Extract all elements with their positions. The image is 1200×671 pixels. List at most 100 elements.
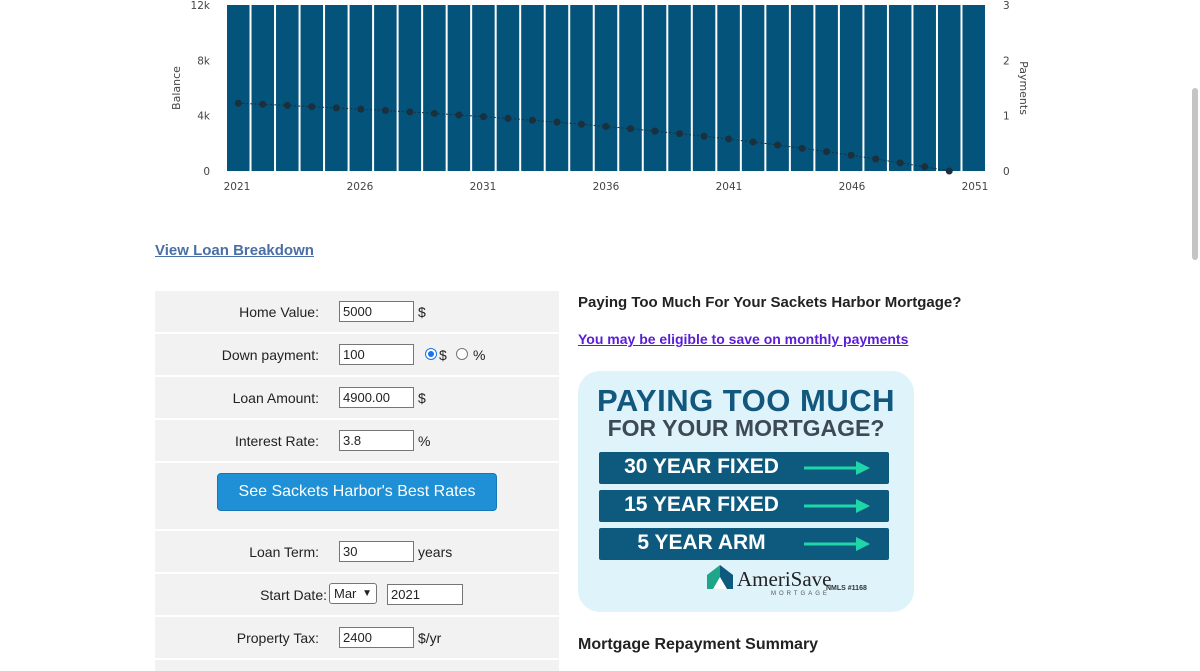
balance-point [455, 111, 463, 119]
x-tick-label: 2021 [224, 181, 251, 193]
loan-amount-row: Loan Amount: 4900.00 $ [155, 377, 559, 420]
payment-bar [398, 5, 422, 171]
ad-option-label: 15 YEAR FIXED [624, 493, 779, 516]
payment-bar [962, 5, 985, 171]
x-tick-label: 2051 [962, 181, 989, 193]
payment-bars [227, 5, 985, 171]
payment-bar [423, 5, 446, 171]
x-tick-label: 2046 [839, 181, 866, 193]
start-month-value: Mar [334, 586, 357, 601]
home-value-row: Home Value: 5000 $ [155, 291, 559, 334]
balance-point [381, 107, 389, 115]
start-month-select[interactable]: Mar ▼ [329, 583, 377, 604]
payment-bar [349, 5, 373, 171]
loan-amount-label: Loan Amount: [232, 390, 319, 406]
down-payment-input[interactable]: 100 [339, 344, 414, 365]
balance-point [234, 99, 242, 107]
loan-term-input[interactable]: 30 [339, 541, 414, 562]
start-year-input[interactable]: 2021 [387, 584, 463, 605]
ad-nmls-number: NMLS #1168 [826, 585, 867, 592]
payment-bar [888, 5, 912, 171]
loan-amount-input[interactable]: 4900.00 [339, 387, 414, 408]
arrow-right-icon [804, 461, 870, 475]
view-loan-breakdown-link[interactable]: View Loan Breakdown [155, 242, 314, 259]
x-tick-label: 2036 [593, 181, 620, 193]
payment-bar [937, 5, 961, 171]
balance-point [676, 130, 684, 138]
payment-bar [325, 5, 348, 171]
balance-point [602, 122, 610, 130]
payment-bar [227, 5, 250, 171]
mortgage-ad-banner[interactable]: PAYING TOO MUCH FOR YOUR MORTGAGE? 30 YE… [578, 371, 914, 612]
payment-bar [692, 5, 716, 171]
payment-bar [741, 5, 765, 171]
arrow-right-icon [804, 537, 870, 551]
loan-term-label: Loan Term: [249, 544, 319, 560]
payment-bar [496, 5, 520, 171]
y-right-tick-label: 3 [1003, 0, 1010, 12]
repayment-summary-title: Mortgage Repayment Summary [578, 636, 819, 653]
x-tick-label: 2031 [470, 181, 497, 193]
payment-bar [839, 5, 863, 171]
y-left-tick-label: 12k [191, 0, 211, 12]
down-payment-percent-radio[interactable] [456, 348, 468, 360]
property-tax-row: Property Tax: 2400 $/yr [155, 617, 559, 660]
page-scrollbar[interactable] [1192, 88, 1198, 260]
home-value-unit: $ [418, 304, 426, 320]
balance-point [700, 132, 708, 140]
balance-point [847, 151, 855, 159]
loan-term-row: Loan Term: 30 years [155, 531, 559, 574]
arrow-right-icon [804, 499, 870, 513]
balance-point [259, 100, 267, 108]
balance-point [577, 120, 585, 128]
y-left-tick-label: 4k [197, 111, 211, 123]
balance-point [651, 127, 659, 135]
property-tax-label: Property Tax: [236, 630, 319, 646]
home-value-input[interactable]: 5000 [339, 301, 414, 322]
payment-bar [276, 5, 299, 171]
payment-bar [619, 5, 642, 171]
payment-bar [251, 5, 275, 171]
interest-rate-row: Interest Rate: 3.8 % [155, 420, 559, 463]
ad-subheadline: FOR YOUR MORTGAGE? [607, 415, 885, 441]
balance-point [798, 144, 806, 152]
down-payment-dollar-radio[interactable] [425, 348, 437, 360]
loan-term-unit: years [418, 544, 453, 560]
balance-point [945, 167, 953, 175]
interest-rate-label: Interest Rate: [234, 433, 319, 449]
interest-rate-unit: % [418, 433, 431, 449]
down-payment-percent-label: % [473, 347, 486, 363]
balance-point [357, 105, 365, 113]
balance-point [774, 141, 782, 149]
payment-bar [913, 5, 936, 171]
x-axis-ticks: 2021 2026 2031 2036 2041 2046 2051 [224, 181, 989, 193]
payment-bar [447, 5, 471, 171]
ad-option-15-year[interactable]: 15 YEAR FIXED [599, 490, 889, 522]
y-axis-right-ticks: 0 1 2 3 [1003, 0, 1010, 178]
payment-bar [668, 5, 691, 171]
property-tax-input[interactable]: 2400 [339, 627, 414, 648]
ad-option-30-year[interactable]: 30 YEAR FIXED [599, 452, 889, 484]
y-right-tick-label: 2 [1003, 55, 1010, 67]
balance-point [872, 155, 880, 163]
eligible-savings-link[interactable]: You may be eligible to save on monthly p… [578, 331, 908, 347]
y-left-tick-label: 0 [203, 166, 210, 178]
down-payment-label: Down payment: [221, 347, 319, 363]
down-payment-row: Down payment: 100 $ % [155, 334, 559, 377]
y-axis-right-label: Payments [1017, 61, 1030, 115]
interest-rate-input[interactable]: 3.8 [339, 430, 414, 451]
payment-bar [472, 5, 495, 171]
ad-option-5-year-arm[interactable]: 5 YEAR ARM [599, 528, 889, 560]
payment-bar [864, 5, 887, 171]
y-left-tick-label: 8k [197, 55, 211, 67]
ad-brand-sub: MORTGAGE [771, 591, 830, 597]
payment-bar [717, 5, 740, 171]
best-rates-button[interactable]: See Sackets Harbor's Best Rates [217, 473, 497, 511]
balance-point [504, 114, 512, 122]
x-tick-label: 2026 [347, 181, 374, 193]
y-axis-left-label: Balance [170, 66, 183, 110]
ad-brand-name: AmeriSave [737, 567, 832, 591]
payment-bar [521, 5, 544, 171]
amerisave-logo-icon [707, 565, 733, 589]
ad-option-label: 30 YEAR FIXED [624, 455, 779, 478]
